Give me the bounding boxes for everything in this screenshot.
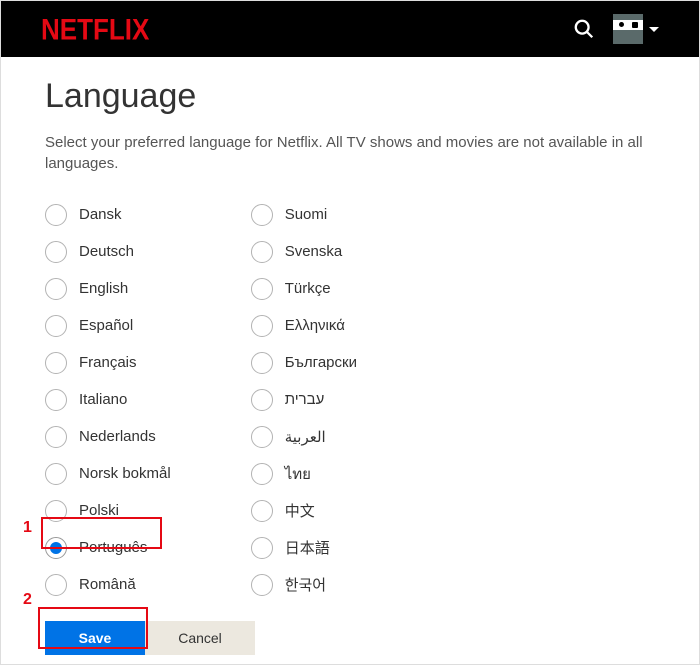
language-label: Español: [79, 317, 133, 334]
language-option[interactable]: 中文: [251, 492, 357, 529]
language-label: Svenska: [285, 243, 343, 260]
language-option[interactable]: English: [45, 270, 171, 307]
language-label: 中文: [285, 500, 315, 521]
radio-icon: [251, 315, 273, 337]
radio-icon: [251, 537, 273, 559]
netflix-logo[interactable]: NETFLIX: [41, 11, 149, 47]
save-button[interactable]: Save: [45, 621, 145, 655]
language-option[interactable]: Nederlands: [45, 418, 171, 455]
radio-icon: [45, 537, 67, 559]
radio-icon: [251, 574, 273, 596]
language-label: ไทย: [285, 462, 311, 486]
language-label: Ελληνικά: [285, 317, 345, 334]
app-header: NETFLIX: [1, 1, 699, 57]
radio-icon: [251, 500, 273, 522]
language-option[interactable]: Français: [45, 344, 171, 381]
language-option[interactable]: Español: [45, 307, 171, 344]
header-actions: [573, 14, 659, 44]
radio-icon: [251, 278, 273, 300]
search-icon[interactable]: [573, 18, 595, 40]
radio-icon: [45, 352, 67, 374]
language-option[interactable]: Български: [251, 344, 357, 381]
radio-icon: [45, 241, 67, 263]
language-option[interactable]: Deutsch: [45, 233, 171, 270]
radio-icon: [251, 241, 273, 263]
action-bar: Save Cancel: [45, 621, 655, 655]
language-option[interactable]: Dansk: [45, 196, 171, 233]
language-label: Italiano: [79, 391, 127, 408]
language-option[interactable]: Ελληνικά: [251, 307, 357, 344]
language-column-2: Suomi Svenska Türkçe Ελληνικά Български עברית…: [251, 196, 357, 603]
language-label: עברית: [285, 391, 325, 408]
radio-icon: [251, 352, 273, 374]
language-label: Български: [285, 354, 357, 371]
radio-icon: [251, 389, 273, 411]
radio-icon: [45, 278, 67, 300]
language-label: Português: [79, 539, 147, 556]
language-label: العربية: [285, 428, 326, 446]
page-description: Select your preferred language for Netfl…: [45, 132, 655, 174]
language-label: 한국어: [285, 574, 326, 595]
language-label: Norsk bokmål: [79, 465, 171, 482]
language-option[interactable]: 日本語: [251, 529, 357, 566]
language-option[interactable]: Polski: [45, 492, 171, 529]
language-label: Français: [79, 354, 137, 371]
language-option[interactable]: Suomi: [251, 196, 357, 233]
language-label: Polski: [79, 502, 119, 519]
language-label: English: [79, 280, 128, 297]
radio-icon: [45, 574, 67, 596]
radio-icon: [45, 389, 67, 411]
radio-icon: [251, 426, 273, 448]
radio-icon: [45, 500, 67, 522]
language-option[interactable]: Italiano: [45, 381, 171, 418]
chevron-down-icon: [649, 27, 659, 32]
radio-icon: [251, 204, 273, 226]
language-option[interactable]: ไทย: [251, 455, 357, 492]
language-option[interactable]: Português: [45, 529, 171, 566]
radio-icon: [45, 315, 67, 337]
page-content: Language Select your preferred language …: [1, 57, 699, 655]
profile-menu[interactable]: [613, 14, 659, 44]
language-option[interactable]: עברית: [251, 381, 357, 418]
language-column-1: Dansk Deutsch English Español Français Italia…: [45, 196, 171, 603]
language-label: 日本語: [285, 537, 330, 558]
language-option[interactable]: العربية: [251, 418, 357, 455]
language-label: Dansk: [79, 206, 122, 223]
language-option[interactable]: Română: [45, 566, 171, 603]
page-title: Language: [45, 77, 655, 116]
language-label: Română: [79, 576, 136, 593]
language-option[interactable]: Svenska: [251, 233, 357, 270]
avatar: [613, 14, 643, 44]
radio-icon: [251, 463, 273, 485]
language-grid: Dansk Deutsch English Español Français Italia…: [45, 196, 655, 603]
radio-icon: [45, 463, 67, 485]
language-label: Suomi: [285, 206, 328, 223]
language-label: Deutsch: [79, 243, 134, 260]
language-label: Nederlands: [79, 428, 156, 445]
radio-icon: [45, 204, 67, 226]
language-label: Türkçe: [285, 280, 331, 297]
language-option[interactable]: Norsk bokmål: [45, 455, 171, 492]
cancel-button[interactable]: Cancel: [145, 621, 255, 655]
radio-icon: [45, 426, 67, 448]
language-option[interactable]: 한국어: [251, 566, 357, 603]
language-option[interactable]: Türkçe: [251, 270, 357, 307]
